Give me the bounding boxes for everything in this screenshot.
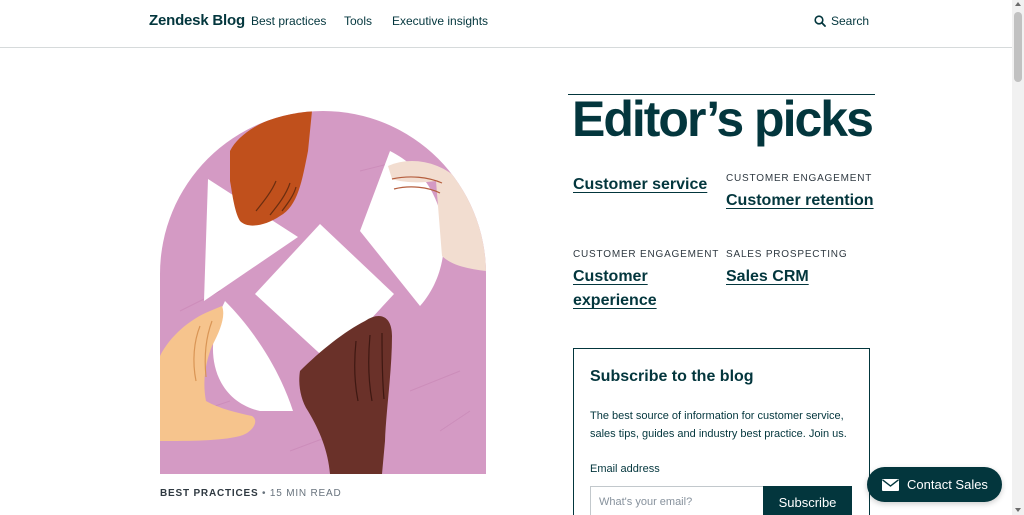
scrollbar-thumb[interactable] (1014, 12, 1022, 82)
subscribe-box: Subscribe to the blog The best source of… (573, 348, 870, 515)
picks-heading: Editor’s picks (572, 91, 874, 147)
search-button[interactable]: Search (814, 14, 869, 28)
pick-link-customer-service[interactable]: Customer service (573, 173, 723, 197)
email-label: Email address (590, 463, 660, 475)
subscribe-description: The best source of information for custo… (590, 410, 847, 440)
hero-category[interactable]: BEST PRACTICES (160, 488, 258, 499)
read-time: 15 MIN READ (269, 488, 342, 499)
scroll-down-arrow-icon[interactable] (1015, 508, 1021, 512)
contact-sales-label: Contact Sales (907, 477, 988, 492)
search-label: Search (831, 14, 870, 28)
page-scrollbar[interactable] (1012, 0, 1024, 515)
contact-sales-button[interactable]: Contact Sales (867, 467, 1002, 502)
pick-link-customer-retention[interactable]: Customer retention (726, 189, 876, 213)
pick-category[interactable]: SALES PROSPECTING (726, 249, 876, 260)
pick-link-customer-experience[interactable]: Customer experience (573, 265, 683, 313)
subscribe-button[interactable]: Subscribe (763, 486, 852, 515)
pick-customer-service: Customer service (573, 173, 723, 197)
brand-logo[interactable]: Zendesk Blog (149, 12, 245, 29)
meta-separator: • (258, 488, 270, 499)
nav-best-practices[interactable]: Best practices (251, 14, 326, 28)
pick-customer-retention: CUSTOMER ENGAGEMENT Customer retention (726, 173, 876, 213)
hero-article-meta: BEST PRACTICES • 15 MIN READ (160, 488, 342, 499)
nav-executive-insights[interactable]: Executive insights (392, 14, 488, 28)
scroll-up-arrow-icon[interactable] (1015, 2, 1021, 6)
search-icon (814, 15, 826, 27)
pick-customer-experience: CUSTOMER ENGAGEMENT Customer experience (573, 249, 718, 313)
mail-icon (882, 478, 899, 491)
top-navigation: Zendesk Blog Best practices Tools Execut… (0, 0, 1012, 48)
pick-link-sales-crm[interactable]: Sales CRM (726, 265, 876, 289)
pick-category[interactable]: CUSTOMER ENGAGEMENT (726, 173, 876, 184)
pick-category[interactable]: CUSTOMER ENGAGEMENT (573, 249, 718, 260)
subscribe-title: Subscribe to the blog (590, 368, 754, 385)
hero-illustration[interactable] (160, 111, 486, 474)
email-field[interactable] (590, 486, 764, 515)
nav-tools[interactable]: Tools (344, 14, 372, 28)
pick-sales-crm: SALES PROSPECTING Sales CRM (726, 249, 876, 289)
